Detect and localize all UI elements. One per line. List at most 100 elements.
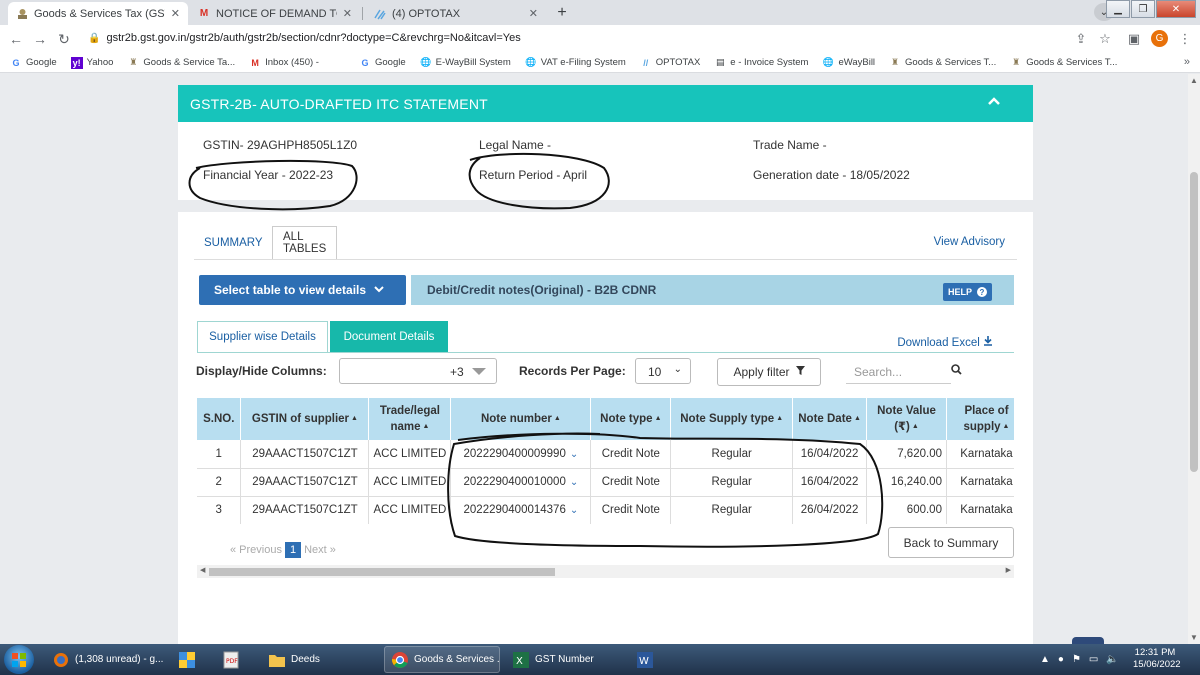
scroll-down-icon[interactable]: ▼ [1190, 633, 1198, 642]
bookmarks-overflow-icon[interactable]: » [1184, 56, 1190, 68]
horizontal-scrollbar[interactable]: ◀ ▶ [197, 565, 1014, 578]
column-header[interactable]: Note Supply type ▲ [670, 398, 794, 440]
flag-icon[interactable]: ⚑ [1072, 654, 1081, 665]
chevron-down-icon[interactable]: ⌄ [570, 477, 578, 488]
browser-tab-strip: Goods & Services Tax (GST) | GST ✕ M NOT… [0, 0, 1200, 25]
previous-page-link[interactable]: « Previous [230, 544, 282, 556]
column-header[interactable]: S.NO. [197, 398, 242, 440]
back-arrow-icon[interactable]: ← [7, 30, 25, 48]
window-close-button[interactable]: ✕ [1156, 0, 1196, 18]
column-header[interactable]: GSTIN of supplier ▲ [240, 398, 370, 440]
bookmark-google[interactable]: G Google [10, 57, 56, 69]
browser-tab-gst[interactable]: Goods & Services Tax (GST) | GST ✕ [8, 2, 188, 25]
taskbar-word[interactable]: W [630, 646, 666, 673]
menu-kebab-icon[interactable]: ⋮ [1176, 30, 1194, 48]
taskbar-chrome[interactable]: Goods & Services ... [384, 646, 500, 673]
bookmark-einvoice[interactable]: ▤ e - Invoice System [714, 57, 808, 69]
download-excel-link[interactable]: Download Excel [897, 336, 993, 349]
column-header[interactable]: Place of supply ▲ [946, 398, 1014, 440]
bookmark-inbox[interactable]: M Inbox (450) - [249, 57, 319, 69]
taskbar-explorer[interactable] [172, 646, 208, 673]
cell-note-number[interactable]: 2022290400010000 ⌄ [450, 468, 592, 497]
download-icon [983, 336, 993, 349]
column-header[interactable]: Note Value (₹) ▲ [866, 398, 947, 440]
display-hide-columns-select[interactable]: +3 [339, 358, 497, 384]
tab-supplier-wise-details[interactable]: Supplier wise Details [197, 321, 328, 352]
bookmark-yahoo[interactable]: y! Yahoo [70, 56, 113, 69]
scrollbar-thumb[interactable] [209, 568, 555, 576]
search-input[interactable]: Search... [846, 360, 951, 384]
column-header[interactable]: Note type ▲ [590, 398, 672, 440]
chevron-up-icon[interactable] [987, 93, 1003, 109]
bookmark-label: Goods & Services T... [1026, 57, 1118, 68]
taskbar-thunderbird[interactable]: (1,308 unread) - g... [46, 646, 164, 673]
help-label: HELP [947, 287, 972, 297]
forward-arrow-icon[interactable]: → [31, 30, 49, 48]
svg-text:PDF: PDF [226, 658, 238, 665]
next-page-link[interactable]: Next » [304, 544, 336, 556]
chevron-down-icon[interactable]: ⌄ [570, 505, 578, 516]
scrollbar-thumb[interactable] [1190, 172, 1198, 472]
bookmark-vat[interactable]: 🌐 VAT e-Filing System [525, 57, 626, 69]
cell-place-of-supply: Karnataka [946, 496, 1014, 524]
close-icon[interactable]: ✕ [171, 7, 180, 20]
scroll-up-icon[interactable]: ▲ [1190, 76, 1198, 85]
bookmark-gst-1[interactable]: ♜ Goods & Service Ta... [127, 57, 235, 69]
column-header[interactable]: Trade/legal name ▲ [368, 398, 452, 440]
browser-tab-optotax[interactable]: (4) OPTOTAX ✕ [366, 2, 546, 25]
address-bar[interactable]: 🔒 gstr2b.gst.gov.in/gstr2b/auth/gstr2b/se… [88, 32, 521, 44]
restore-button[interactable]: ❐ [1131, 0, 1155, 18]
bookmark-ewaybill-2[interactable]: 🌐 eWayBill [822, 57, 875, 69]
scroll-left-icon[interactable]: ◀ [200, 566, 205, 574]
taskbar-label: (1,308 unread) - g... [75, 654, 164, 665]
share-icon[interactable]: ⇪ [1072, 30, 1090, 48]
bookmark-google-2[interactable]: G Google [359, 57, 405, 69]
scroll-to-top-button[interactable] [1072, 637, 1104, 644]
close-icon[interactable]: ✕ [529, 7, 538, 20]
chevron-down-icon[interactable]: ⌄ [570, 449, 578, 460]
view-advisory-link[interactable]: View Advisory [934, 236, 1005, 248]
bookmark-optotax[interactable]: // OPTOTAX [640, 57, 700, 69]
browser-tab-notice[interactable]: M NOTICE OF DEMAND TO ENROLL ✕ [190, 2, 360, 25]
cell-note-number[interactable]: 2022290400014376 ⌄ [450, 496, 592, 524]
taskbar-deeds-folder[interactable]: Deeds [262, 646, 378, 673]
column-header[interactable]: Note number ▲ [450, 398, 592, 440]
bookmark-star-icon[interactable]: ☆ [1096, 30, 1114, 48]
display-icon[interactable]: ▭ [1089, 654, 1098, 665]
return-period-text: Return Period - April [479, 168, 588, 182]
bookmark-ewaybill[interactable]: 🌐 E-WayBill System [420, 57, 511, 69]
tab-summary[interactable]: SUMMARY [194, 226, 273, 260]
page-vertical-scrollbar[interactable]: ▲ ▼ [1188, 74, 1200, 644]
tab-all-tables[interactable]: ALL TABLES [272, 226, 338, 260]
help-button[interactable]: HELP ? [942, 283, 992, 301]
bookmark-gst-3[interactable]: ♜ Goods & Services T... [1010, 57, 1117, 69]
taskbar-pdf[interactable]: PDF [216, 646, 252, 673]
tray-expand-icon[interactable]: ▲ [1040, 654, 1050, 665]
search-icon[interactable] [951, 364, 962, 378]
taskbar-clock[interactable]: 12:31 PM 15/06/2022 [1133, 647, 1181, 671]
network-globe-icon[interactable]: ● [1058, 654, 1064, 665]
column-header[interactable]: Note Date ▲ [792, 398, 868, 440]
new-tab-button[interactable]: + [553, 4, 571, 22]
close-icon[interactable]: ✕ [343, 7, 352, 20]
reload-icon[interactable]: ↻ [55, 30, 73, 48]
windows-start-button[interactable] [4, 645, 34, 674]
scroll-right-icon[interactable]: ▶ [1006, 566, 1011, 574]
profile-avatar[interactable]: G [1151, 30, 1168, 47]
minimize-button[interactable]: ▁ [1106, 0, 1130, 18]
optotax-icon: // [643, 57, 649, 68]
current-page[interactable]: 1 [284, 542, 302, 558]
bookmark-gst-2[interactable]: ♜ Goods & Services T... [889, 57, 996, 69]
gmail-icon: M [199, 8, 209, 19]
records-per-page-select[interactable]: 10 ⌄ [635, 358, 691, 384]
cell-note-number[interactable]: 2022290400009990 ⌄ [450, 440, 592, 469]
bookmark-label: Goods & Services T... [905, 57, 997, 68]
back-to-summary-button[interactable]: Back to Summary [888, 527, 1014, 558]
svg-text:X: X [516, 656, 523, 667]
select-table-button[interactable]: Select table to view details [199, 275, 406, 305]
apply-filter-button[interactable]: Apply filter [717, 358, 821, 386]
sidebar-icon[interactable]: ▣ [1125, 30, 1143, 48]
taskbar-excel[interactable]: X GST Number [506, 646, 622, 673]
volume-icon[interactable]: 🔈 [1106, 654, 1118, 665]
tab-document-details[interactable]: Document Details [330, 321, 448, 352]
